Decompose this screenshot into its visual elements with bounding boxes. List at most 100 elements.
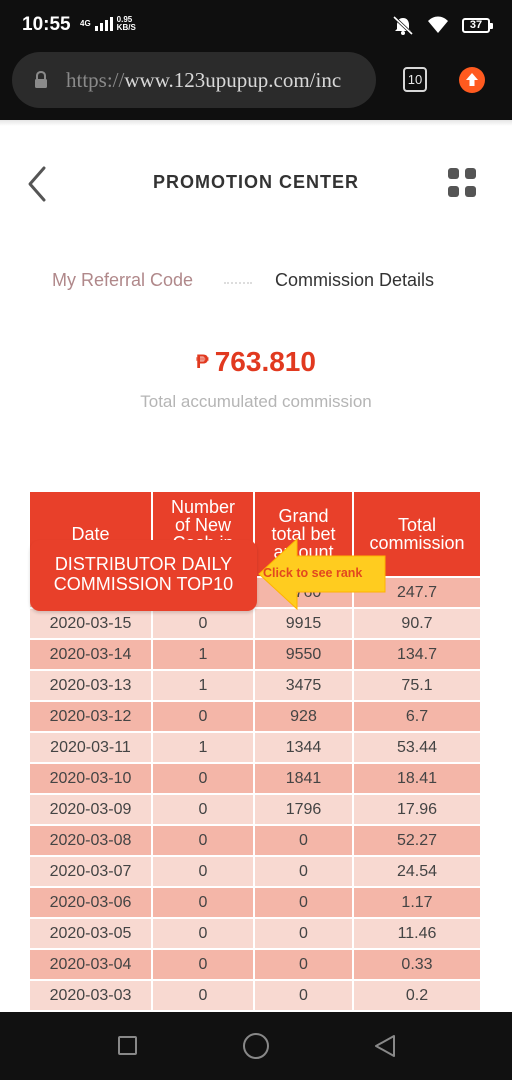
triangle-back-icon: [375, 1035, 395, 1057]
url-scheme: https://: [66, 68, 125, 92]
recent-apps-button[interactable]: [118, 1036, 137, 1055]
table-row: 2020-03-08 0 0 52.27: [30, 826, 480, 855]
page-content: PROMOTION CENTER My Referral Code Commis…: [0, 120, 512, 1012]
url-text: https://www.123upupup.com/inc: [66, 68, 366, 93]
cell-date: 2020-03-14: [30, 640, 151, 669]
cell-date: 2020-03-15: [30, 609, 151, 638]
table-row: 2020-03-12 0 928 6.7: [30, 702, 480, 731]
cell-new-users: 0: [153, 888, 253, 917]
table-row: 2020-03-05 0 0 11.46: [30, 919, 480, 948]
table-row: 2020-03-11 1 1344 53.44: [30, 733, 480, 762]
cell-new-users: 0: [153, 826, 253, 855]
cell-bet-amount: 3475: [255, 671, 352, 700]
cell-bet-amount: 1796: [255, 795, 352, 824]
cell-date: 2020-03-04: [30, 950, 151, 979]
top10-rank-button[interactable]: DISTRIBUTOR DAILY COMMISSION TOP10: [30, 540, 257, 611]
cell-commission: 17.96: [354, 795, 480, 824]
battery-indicator: 37: [462, 17, 493, 33]
cell-bet-amount: 0: [255, 857, 352, 886]
tab-commission-details[interactable]: Commission Details: [275, 270, 434, 291]
cell-date: 2020-03-12: [30, 702, 151, 731]
cell-new-users: 0: [153, 795, 253, 824]
amount-label: Total accumulated commission: [140, 392, 372, 411]
update-button[interactable]: [459, 67, 485, 93]
cell-bet-amount: 9550: [255, 640, 352, 669]
network-type: 4G: [80, 19, 91, 28]
table-row: 2020-03-04 0 0 0.33: [30, 950, 480, 979]
cell-bet-amount: 0: [255, 950, 352, 979]
cell-bet-amount: 1841: [255, 764, 352, 793]
cell-date: 2020-03-08: [30, 826, 151, 855]
wifi-icon: [428, 16, 448, 34]
table-row: 2020-03-14 1 9550 134.7: [30, 640, 480, 669]
browser-toolbar: https://www.123upupup.com/inc 10: [0, 50, 512, 120]
cell-date: 2020-03-05: [30, 919, 151, 948]
cell-bet-amount: 928: [255, 702, 352, 731]
nav-back-button[interactable]: [372, 1033, 398, 1059]
cell-commission: 75.1: [354, 671, 480, 700]
cell-new-users: 0: [153, 857, 253, 886]
cell-new-users: 1: [153, 640, 253, 669]
cell-commission: 11.46: [354, 919, 480, 948]
cell-commission: 53.44: [354, 733, 480, 762]
cell-new-users: 1: [153, 733, 253, 762]
cell-commission: 52.27: [354, 826, 480, 855]
table-row: 2020-03-03 0 0 0.2: [30, 981, 480, 1010]
top10-rank-line1: DISTRIBUTOR DAILY: [54, 554, 233, 574]
cell-commission: 1.17: [354, 888, 480, 917]
cell-date: 2020-03-06: [30, 888, 151, 917]
status-time: 10:55: [22, 14, 71, 35]
cell-bet-amount: 9915: [255, 609, 352, 638]
cell-new-users: 0: [153, 950, 253, 979]
system-nav-bar: [0, 1012, 512, 1080]
table-row: 2020-03-07 0 0 24.54: [30, 857, 480, 886]
address-bar[interactable]: https://www.123upupup.com/inc: [12, 52, 376, 108]
cell-new-users: 0: [153, 609, 253, 638]
home-button[interactable]: [243, 1033, 269, 1059]
cell-commission: 134.7: [354, 640, 480, 669]
commission-amount: ₱ 763.810: [0, 346, 512, 378]
cell-new-users: 1: [153, 671, 253, 700]
table-row: 2020-03-15 0 9915 90.7: [30, 609, 480, 638]
tab-switcher-button[interactable]: 10: [403, 67, 427, 92]
top10-rank-line2: COMMISSION TOP10: [53, 574, 234, 594]
grid-menu-button[interactable]: [448, 168, 478, 198]
cell-bet-amount: 0: [255, 888, 352, 917]
cell-new-users: 0: [153, 981, 253, 1010]
network-speed-unit: KB/S: [116, 23, 136, 32]
page-title: PROMOTION CENTER: [152, 172, 359, 192]
status-bar: 10:55 4G 0.95 KB/S 37: [0, 0, 512, 50]
signal-icon: [94, 17, 113, 31]
cell-date: 2020-03-11: [30, 733, 151, 762]
currency-symbol: ₱: [196, 352, 209, 373]
cell-new-users: 0: [153, 919, 253, 948]
lock-icon: [34, 70, 48, 89]
cell-date: 2020-03-09: [30, 795, 151, 824]
cell-bet-amount: 0: [255, 919, 352, 948]
cell-bet-amount: 0: [255, 981, 352, 1010]
cell-commission: 6.7: [354, 702, 480, 731]
grid-icon: [448, 168, 459, 179]
cell-date: 2020-03-07: [30, 857, 151, 886]
cell-new-users: 0: [153, 702, 253, 731]
amount-value: 763.810: [214, 346, 316, 377]
cell-bet-amount: 0: [255, 826, 352, 855]
network-speed: 0.95 KB/S: [117, 16, 136, 32]
network-indicator: 4G 0.95 KB/S: [80, 16, 136, 32]
cell-date: 2020-03-10: [30, 764, 151, 793]
cell-commission: 18.41: [354, 764, 480, 793]
cell-new-users: 0: [153, 764, 253, 793]
table-row: 2020-03-06 0 0 1.17: [30, 888, 480, 917]
status-icons: 37: [392, 15, 493, 36]
cell-date: 2020-03-03: [30, 981, 151, 1010]
click-rank-hint[interactable]: Click to see rank: [263, 566, 362, 580]
cell-bet-amount: 1344: [255, 733, 352, 762]
arrow-up-icon: [466, 73, 478, 86]
table-row: 2020-03-10 0 1841 18.41: [30, 764, 480, 793]
url-host: www.123upupup.com/inc: [124, 68, 342, 92]
cell-commission: 0.2: [354, 981, 480, 1010]
table-body: 2020-03-1648760247.72020-03-150991590.72…: [30, 578, 480, 1010]
mute-icon: [392, 15, 414, 36]
tab-referral-code[interactable]: My Referral Code: [52, 270, 193, 291]
tab-bar: My Referral Code Commission Details: [0, 268, 512, 298]
